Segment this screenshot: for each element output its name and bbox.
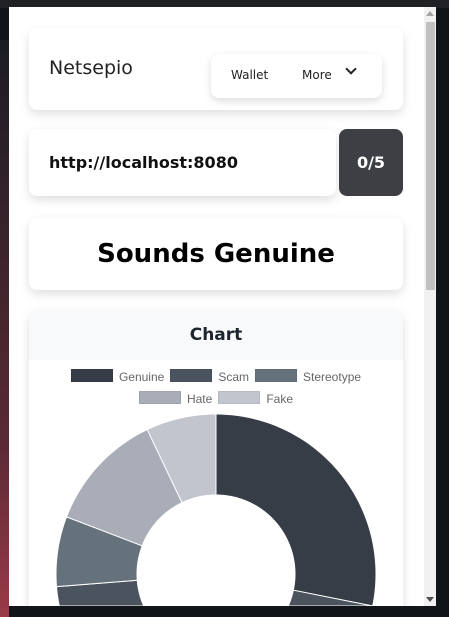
scrollbar-thumb[interactable] [426, 22, 435, 290]
score-badge: 0/5 [339, 129, 403, 196]
wallet-link[interactable]: Wallet [231, 68, 268, 82]
url-card: http://localhost:8080 [29, 129, 336, 196]
desktop-background [0, 40, 9, 617]
donut-slice-genuine[interactable] [215, 413, 377, 606]
header-card: Netsepio Wallet More [29, 28, 403, 110]
chevron-down-icon[interactable] [345, 63, 357, 75]
nav-menu: Wallet More [211, 54, 382, 98]
extension-popup: Netsepio Wallet More http://localhost:80… [9, 7, 436, 606]
scroll-down-icon[interactable] [426, 597, 434, 602]
scrollbar[interactable] [424, 7, 436, 606]
verdict-card: Sounds Genuine [29, 218, 403, 290]
scroll-up-icon[interactable] [426, 11, 434, 16]
more-menu[interactable]: More [302, 68, 332, 82]
chart-card: Chart Genuine Scam Stereotype Hate Fake [29, 310, 403, 606]
site-url: http://localhost:8080 [49, 153, 238, 172]
donut-chart [55, 413, 377, 606]
brand-name: Netsepio [49, 57, 133, 79]
